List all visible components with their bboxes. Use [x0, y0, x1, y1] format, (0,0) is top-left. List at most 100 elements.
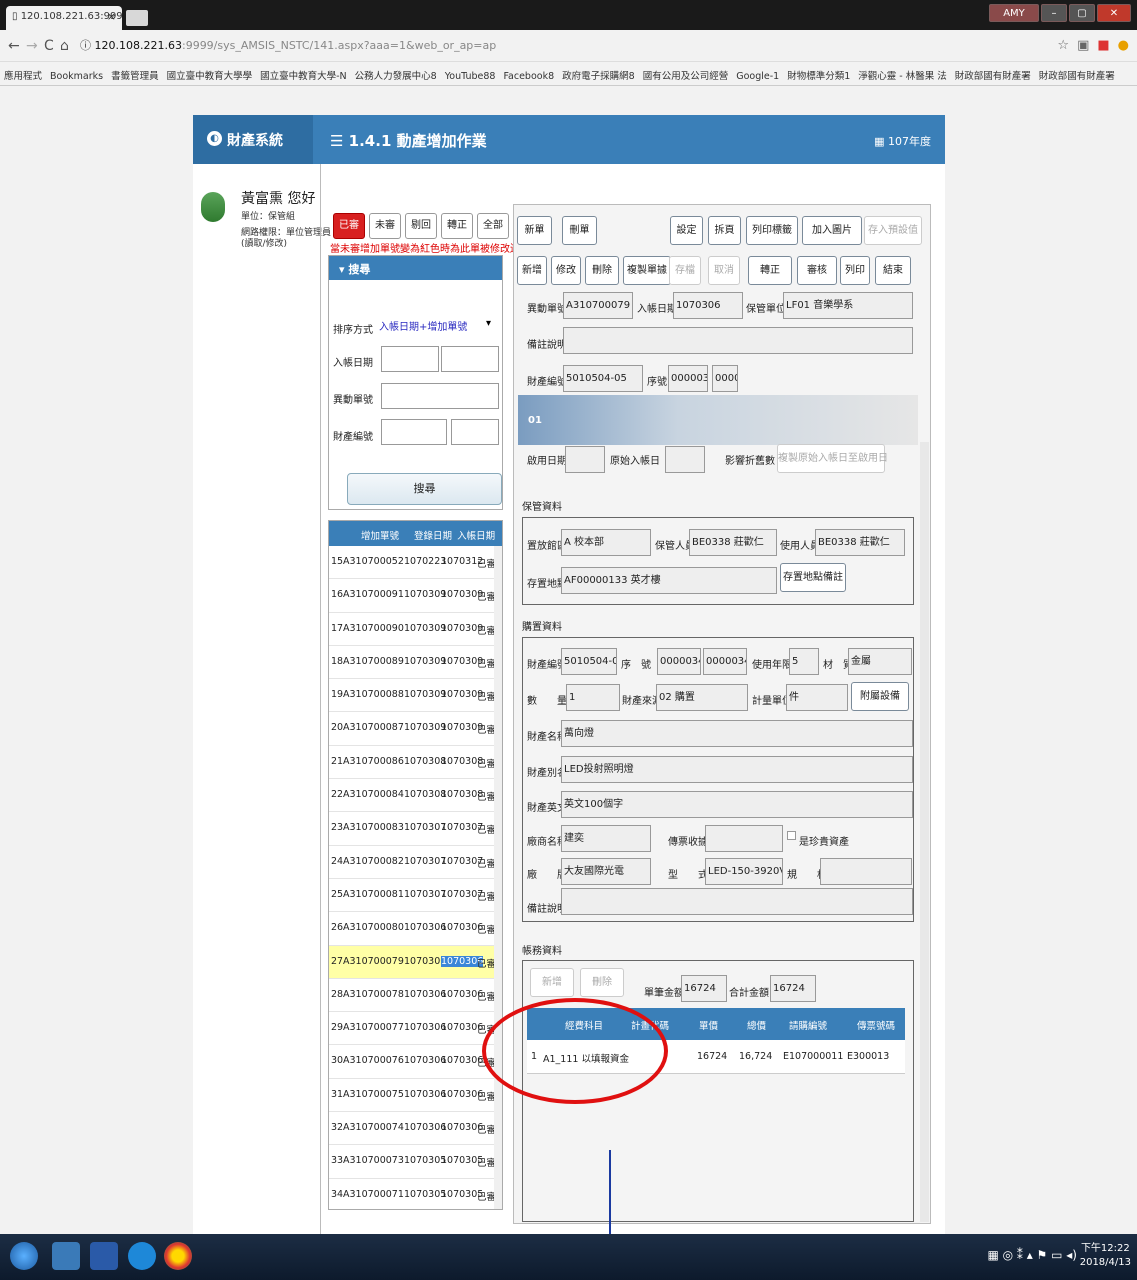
approve-button[interactable]: 審核	[797, 256, 837, 285]
account-add-button[interactable]: 新增	[530, 968, 574, 997]
date-to-input[interactable]	[441, 346, 499, 372]
p-seq-to-field[interactable]: 0000034	[703, 648, 747, 675]
list-item[interactable]: 23 A310700083 1070307 1070307 已審核	[329, 812, 502, 846]
unit-price-field[interactable]: 16724	[681, 975, 727, 1002]
keeper-field[interactable]: BE0338 莊歡仁	[689, 529, 777, 556]
app-brand[interactable]: ◐ 財產系統	[193, 115, 313, 164]
list-item[interactable]: 33 A310700073 1070305 1070305 已審核	[329, 1145, 502, 1179]
extension-icon-2[interactable]: ■	[1097, 38, 1109, 53]
chrome-icon[interactable]	[164, 1242, 192, 1270]
model-field[interactable]: LED-150-3920VT.LED投	[705, 858, 783, 885]
bookmark-item[interactable]: 政府電子採購網8	[562, 68, 635, 82]
profile-button[interactable]: AMY	[989, 4, 1039, 22]
copy-doc-button[interactable]: 複製單據	[623, 256, 671, 285]
name-field[interactable]: 萬向燈	[561, 720, 913, 747]
p-note-field[interactable]	[561, 888, 913, 915]
delete-doc-button[interactable]: 刪單	[562, 216, 597, 245]
filter-pending-button[interactable]: 未審	[369, 213, 401, 239]
maximize-icon[interactable]: ▢	[1069, 4, 1095, 22]
date-from-input[interactable]	[381, 346, 439, 372]
delete-button[interactable]: 刪除	[585, 256, 619, 285]
original-date-field[interactable]	[665, 446, 705, 473]
item-tab[interactable]: 01	[528, 415, 542, 426]
filter-all-button[interactable]: 全部	[477, 213, 509, 239]
list-item[interactable]: 30 A310700076 1070306 1070306 已審核	[329, 1045, 502, 1079]
place-field[interactable]: A 校本部	[561, 529, 651, 556]
minimize-icon[interactable]: –	[1041, 4, 1067, 22]
location-note-button[interactable]: 存置地點備註	[780, 563, 846, 592]
bookmark-item[interactable]: 國立臺中教育大學學	[167, 68, 253, 82]
bookmark-item[interactable]: 公務人力發展中心8	[355, 68, 437, 82]
bookmark-item[interactable]: 國有公用及公司經營	[643, 68, 729, 82]
post-date-field[interactable]: 1070306	[673, 292, 743, 319]
extension-icon[interactable]: ▣	[1077, 38, 1089, 53]
list-item[interactable]: 29 A310700077 1070306 1070306 已審核	[329, 1012, 502, 1046]
add-image-button[interactable]: 加入圖片	[802, 216, 862, 245]
edit-button[interactable]: 修改	[551, 256, 581, 285]
rare-checkbox[interactable]	[787, 831, 796, 840]
bookmark-item[interactable]: YouTube88	[445, 71, 496, 82]
transfer-button[interactable]: 轉正	[748, 256, 792, 285]
list-item[interactable]: 21 A310700086 1070308 1070308 已審核	[329, 746, 502, 780]
close-window-icon[interactable]: ✕	[1097, 4, 1131, 22]
filter-transfer-button[interactable]: 轉正	[441, 213, 473, 239]
seq-from-field[interactable]: 0000034	[668, 365, 708, 392]
close-button[interactable]: 結束	[875, 256, 911, 285]
bookmark-item[interactable]: Bookmarks	[50, 71, 103, 82]
p-asset-field[interactable]: 5010504-05	[561, 648, 617, 675]
p-seq-from-field[interactable]: 0000034	[657, 648, 701, 675]
list-scrollbar[interactable]	[494, 546, 502, 1209]
list-item[interactable]: 18 A310700089 1070309 1070309 已審核	[329, 646, 502, 680]
bookmark-item[interactable]: 淨觀心靈 - 林醫果 法	[858, 68, 947, 82]
list-item[interactable]: 15 A310700052 1070223 1070312 已審核	[329, 546, 502, 580]
extension-icon-3[interactable]: ●	[1118, 38, 1129, 53]
list-item[interactable]: 34 A310700071 1070305 1070305 已審核	[329, 1179, 502, 1209]
asset-no-input-2[interactable]	[451, 419, 499, 445]
seq-to-field[interactable]: 0000034	[712, 365, 738, 392]
ie-icon[interactable]	[128, 1242, 156, 1270]
list-item[interactable]: 20 A310700087 1070309 1070309 已審核	[329, 712, 502, 746]
url-input[interactable]: ⓘ 120.108.221.63:9999/sys_AMSIS_NSTC/141…	[80, 37, 496, 53]
filter-approved-button[interactable]: 已審	[333, 213, 365, 239]
alias-field[interactable]: LED投射照明燈	[561, 756, 913, 783]
home-icon[interactable]: ⌂	[60, 38, 69, 54]
forward-icon[interactable]: →	[26, 38, 38, 54]
new-tab-button[interactable]	[126, 10, 148, 26]
add-button[interactable]: 新增	[517, 256, 547, 285]
bookmark-item[interactable]: 財政部國有財產署	[1039, 68, 1115, 82]
word-icon[interactable]	[90, 1242, 118, 1270]
qty-field[interactable]: 1	[566, 684, 620, 711]
back-icon[interactable]: ←	[8, 38, 20, 54]
close-icon[interactable]: ×	[107, 10, 116, 23]
asset-no-field[interactable]: 5010504-05	[563, 365, 643, 392]
location-field[interactable]: AF00000133 英才樓	[561, 567, 777, 594]
note-field[interactable]	[563, 327, 913, 354]
system-tray-icons[interactable]: ▦ ◎ ⁑ ▴ ⚑ ▭ ◂)	[987, 1248, 1077, 1262]
list-item[interactable]: 31 A310700075 1070306 1070306 已審核	[329, 1079, 502, 1113]
new-doc-button[interactable]: 新單	[517, 216, 552, 245]
list-item[interactable]: 26 A310700080 1070306 1070306 已審核	[329, 912, 502, 946]
account-delete-button[interactable]: 刪除	[580, 968, 624, 997]
list-item[interactable]: 16 A310700091 1070309 1070309 已審核	[329, 579, 502, 613]
search-header[interactable]: ▾ 搜尋	[329, 256, 502, 280]
source-field[interactable]: 02 購置	[656, 684, 748, 711]
explorer-icon[interactable]	[52, 1242, 80, 1270]
doc-no-input[interactable]	[381, 383, 499, 409]
detail-scrollbar[interactable]	[920, 442, 929, 1222]
start-date-field[interactable]	[565, 446, 605, 473]
list-item[interactable]: 28 A310700078 1070306 1070306 已審核	[329, 979, 502, 1013]
split-page-button[interactable]: 拆頁	[708, 216, 741, 245]
list-item[interactable]: 17 A310700090 1070309 1070309 已審核	[329, 613, 502, 646]
save-button[interactable]: 存檔	[669, 256, 701, 285]
cancel-button[interactable]: 取消	[708, 256, 740, 285]
save-default-button[interactable]: 存入預設值	[864, 216, 922, 245]
life-field[interactable]: 5	[789, 648, 819, 675]
reload-icon[interactable]: C	[44, 38, 54, 54]
custody-unit-field[interactable]: LF01 音樂學系	[783, 292, 913, 319]
measure-unit-field[interactable]: 件	[786, 684, 848, 711]
star-icon[interactable]: ☆	[1057, 38, 1069, 53]
list-item[interactable]: 19 A310700088 1070309 1070309 已審核	[329, 679, 502, 713]
settings-button[interactable]: 設定	[670, 216, 703, 245]
list-item[interactable]: 32 A310700074 1070306 1070306 已審核	[329, 1112, 502, 1146]
bookmark-item[interactable]: 財物標準分類1	[787, 68, 850, 82]
